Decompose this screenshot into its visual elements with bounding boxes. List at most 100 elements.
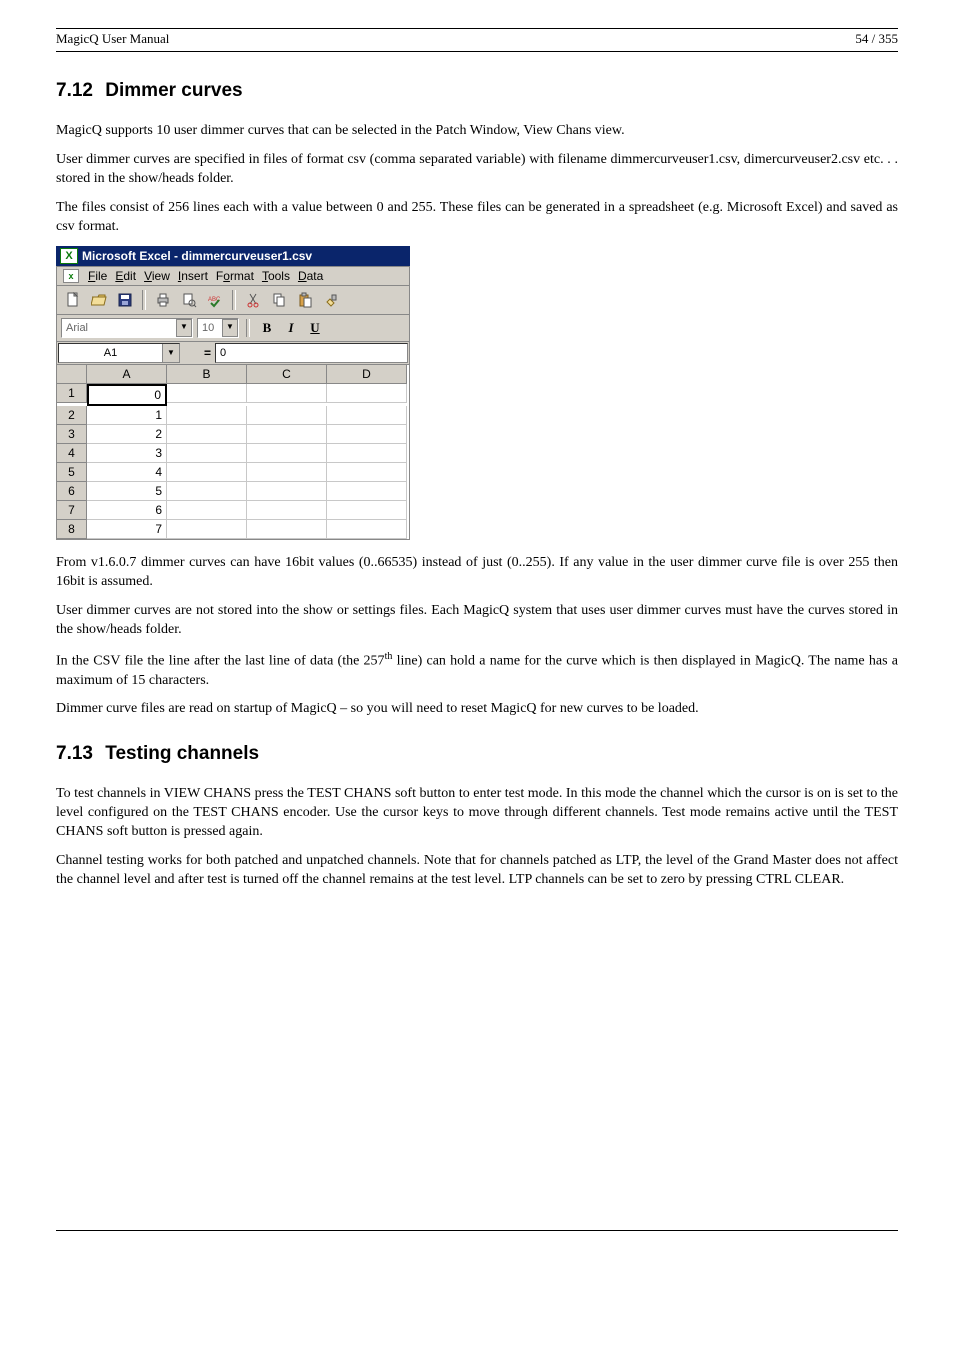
font-size-combo[interactable]: 10 ▼ — [197, 318, 239, 338]
cell[interactable] — [167, 425, 247, 444]
italic-button[interactable]: I — [281, 319, 301, 337]
table-row: 3 2 — [57, 425, 409, 444]
menu-file[interactable]: File — [88, 269, 107, 283]
column-header[interactable]: B — [167, 365, 247, 384]
open-icon[interactable] — [87, 289, 111, 311]
body-text: User dimmer curves are specified in file… — [56, 151, 898, 189]
body-text: Dimmer curve files are read on startup o… — [56, 700, 898, 719]
cell[interactable] — [327, 444, 407, 463]
save-icon[interactable] — [113, 289, 137, 311]
row-header[interactable]: 8 — [57, 520, 87, 539]
spellcheck-icon[interactable]: ABC — [203, 289, 227, 311]
cell[interactable] — [247, 406, 327, 425]
toolbar-separator — [232, 290, 236, 310]
cell[interactable] — [247, 482, 327, 501]
font-name-value: Arial — [62, 322, 92, 334]
page-header: MagicQ User Manual 54 / 355 — [56, 31, 898, 52]
cell[interactable] — [167, 444, 247, 463]
chevron-down-icon[interactable]: ▼ — [176, 319, 192, 337]
new-icon[interactable] — [61, 289, 85, 311]
font-name-combo[interactable]: Arial ▼ — [61, 318, 193, 338]
cell[interactable]: 3 — [87, 444, 167, 463]
name-box-value: A1 — [59, 347, 162, 359]
cell-selected[interactable]: 0 — [87, 384, 167, 406]
menu-format[interactable]: Format — [216, 269, 254, 283]
row-header[interactable]: 2 — [57, 406, 87, 425]
column-header[interactable]: D — [327, 365, 407, 384]
excel-formula-bar: A1 ▼ = 0 — [56, 342, 410, 365]
section-number: 7.13 — [56, 743, 100, 765]
body-text: The files consist of 256 lines each with… — [56, 199, 898, 237]
section-heading-7-13: 7.13 Testing channels — [56, 743, 898, 765]
cell[interactable]: 4 — [87, 463, 167, 482]
bold-button[interactable]: B — [257, 319, 277, 337]
cell[interactable] — [167, 520, 247, 539]
column-header[interactable]: A — [87, 365, 167, 384]
excel-grid[interactable]: A B C D 1 0 2 1 3 2 — [56, 365, 410, 540]
chevron-down-icon[interactable]: ▼ — [222, 319, 238, 337]
row-header[interactable]: 3 — [57, 425, 87, 444]
underline-button[interactable]: U — [305, 319, 325, 337]
name-box[interactable]: A1 ▼ — [58, 343, 180, 363]
table-row: 8 7 — [57, 520, 409, 539]
table-row: 1 0 — [57, 384, 409, 406]
row-header[interactable]: 6 — [57, 482, 87, 501]
print-icon[interactable] — [151, 289, 175, 311]
body-text: Channel testing works for both patched a… — [56, 852, 898, 890]
menu-tools[interactable]: Tools — [262, 269, 290, 283]
excel-screenshot: X Microsoft Excel - dimmercurveuser1.csv… — [56, 246, 410, 540]
chevron-down-icon[interactable]: ▼ — [162, 344, 179, 362]
cell[interactable] — [247, 425, 327, 444]
select-all-corner[interactable] — [57, 365, 87, 384]
cell[interactable] — [247, 384, 327, 403]
excel-standard-toolbar: ABC — [56, 286, 410, 315]
cell[interactable] — [327, 425, 407, 444]
cell[interactable] — [247, 463, 327, 482]
cell[interactable] — [327, 384, 407, 403]
cell[interactable] — [167, 482, 247, 501]
cell[interactable]: 1 — [87, 406, 167, 425]
cell[interactable] — [327, 463, 407, 482]
formula-equals-icon: = — [181, 342, 215, 364]
cell[interactable] — [247, 501, 327, 520]
cell[interactable] — [247, 520, 327, 539]
row-header[interactable]: 7 — [57, 501, 87, 520]
cell[interactable] — [327, 482, 407, 501]
menu-edit[interactable]: Edit — [115, 269, 136, 283]
cell[interactable]: 6 — [87, 501, 167, 520]
menu-data[interactable]: Data — [298, 269, 323, 283]
cell[interactable] — [167, 406, 247, 425]
font-size-value: 10 — [198, 322, 218, 334]
cell[interactable] — [167, 384, 247, 403]
row-header[interactable]: 1 — [57, 384, 87, 403]
cell[interactable]: 2 — [87, 425, 167, 444]
cell[interactable] — [167, 501, 247, 520]
cell[interactable] — [167, 463, 247, 482]
body-text: From v1.6.0.7 dimmer curves can have 16b… — [56, 554, 898, 592]
cell[interactable] — [327, 520, 407, 539]
copy-icon[interactable] — [267, 289, 291, 311]
cell[interactable]: 5 — [87, 482, 167, 501]
cut-icon[interactable] — [241, 289, 265, 311]
column-header[interactable]: C — [247, 365, 327, 384]
excel-doc-icon: x — [63, 269, 79, 283]
menu-view[interactable]: View — [144, 269, 170, 283]
row-header[interactable]: 4 — [57, 444, 87, 463]
header-page-number: 54 / 355 — [855, 31, 898, 47]
menu-insert[interactable]: Insert — [178, 269, 208, 283]
formula-value[interactable]: 0 — [215, 343, 408, 363]
excel-window-title: Microsoft Excel - dimmercurveuser1.csv — [82, 249, 312, 263]
cell[interactable] — [247, 444, 327, 463]
cell[interactable]: 7 — [87, 520, 167, 539]
excel-title-bar: X Microsoft Excel - dimmercurveuser1.csv — [56, 246, 410, 266]
table-row: 5 4 — [57, 463, 409, 482]
table-row: 6 5 — [57, 482, 409, 501]
cell[interactable] — [327, 501, 407, 520]
cell[interactable] — [327, 406, 407, 425]
row-header[interactable]: 5 — [57, 463, 87, 482]
print-preview-icon[interactable] — [177, 289, 201, 311]
paste-icon[interactable] — [293, 289, 317, 311]
format-painter-icon[interactable] — [319, 289, 343, 311]
svg-text:ABC: ABC — [208, 297, 221, 303]
body-text: User dimmer curves are not stored into t… — [56, 602, 898, 640]
